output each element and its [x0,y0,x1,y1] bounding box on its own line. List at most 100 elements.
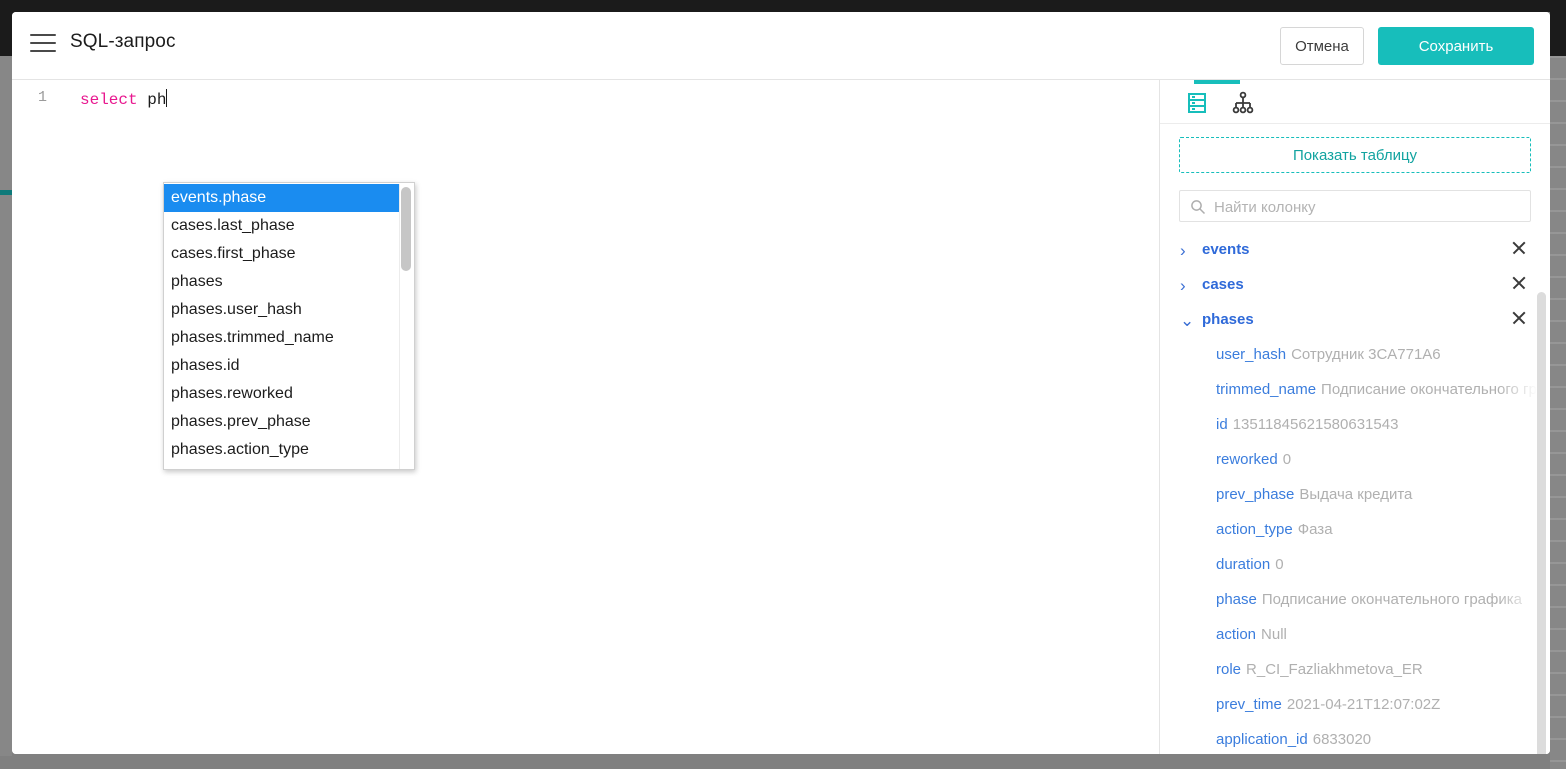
autocomplete-item[interactable]: phases.trimmed_name [164,324,402,352]
schema-column-row[interactable]: duration 0 [1160,550,1550,585]
tab-table-view[interactable] [1176,80,1240,123]
schema-column-sample-value: 0 [1275,556,1284,573]
schema-column-row[interactable]: application_id 6833020 [1160,725,1550,754]
remove-table-icon[interactable] [1510,309,1528,327]
schema-column-row[interactable]: role R_CI_Fazliakhmetova_ER [1160,655,1550,690]
schema-column-content: phase Подписание окончательного графика [1216,591,1522,609]
schema-column-name: action [1216,626,1257,643]
schema-side-panel: Показать таблицу › events › cases ⌄ phases use… [1160,80,1550,754]
hamburger-menu-icon[interactable] [30,34,58,58]
schema-table-row[interactable]: › cases [1160,270,1550,305]
side-panel-scrollbar-thumb[interactable] [1537,292,1546,754]
schema-column-name: trimmed_name [1216,381,1317,398]
window-right-chrome [1550,0,1566,56]
schema-column-name: reworked [1216,451,1278,468]
schema-column-row[interactable]: action_type Фаза [1160,515,1550,550]
chevron-down-icon[interactable]: ⌄ [1180,311,1194,331]
hierarchy-tree-icon [1232,91,1254,114]
text-caret [166,89,168,107]
schema-table-row[interactable]: › events [1160,235,1550,270]
schema-column-name: id [1216,416,1228,433]
schema-column-content: id 13511845621580631543 [1216,416,1398,434]
schema-column-row[interactable]: prev_phase Выдача кредита [1160,480,1550,515]
cancel-button[interactable]: Отмена [1280,27,1364,65]
schema-table-name: cases [1202,276,1244,293]
left-rail-accent-marker [0,190,12,195]
editor-gutter: 1 [12,80,70,754]
column-search-field[interactable] [1179,190,1531,223]
schema-column-name: user_hash [1216,346,1287,363]
autocomplete-item[interactable]: phases.prev_phase [164,408,402,436]
autocomplete-popup[interactable]: events.phase cases.last_phase cases.first_… [163,182,415,470]
autocomplete-item[interactable]: phases.reworked [164,380,402,408]
app-root: SQL-запрос Отмена Сохранить 1 select ph … [0,0,1566,769]
page-title: SQL-запрос [70,31,176,52]
schema-column-sample-value: Фаза [1297,521,1333,538]
schema-column-content: action Null [1216,626,1287,644]
schema-column-sample-value: 2021-04-21T12:07:02Z [1286,696,1441,713]
sql-identifier: ph [137,91,167,109]
schema-column-content: prev_time 2021-04-21T12:07:02Z [1216,696,1440,714]
schema-column-row[interactable]: trimmed_nameПодписание окончательного гр… [1160,375,1550,410]
chevron-right-icon[interactable]: › [1180,241,1194,261]
schema-column-content: prev_phase Выдача кредита [1216,486,1412,504]
table-storage-icon [1188,93,1206,113]
schema-column-sample-value: R_CI_Fazliakhmetova_ER [1246,661,1423,678]
autocomplete-scrollbar-track[interactable] [399,184,413,469]
page-scrollbar-track[interactable] [1550,56,1566,769]
schema-column-name: prev_phase [1216,486,1295,503]
autocomplete-item[interactable]: cases.last_phase [164,212,402,240]
autocomplete-item[interactable]: phases.action_type [164,436,402,464]
show-table-button[interactable]: Показать таблицу [1179,137,1531,173]
search-icon [1191,200,1206,215]
schema-column-name: role [1216,661,1242,678]
schema-column-content: duration 0 [1216,556,1284,574]
schema-column-content: role R_CI_Fazliakhmetova_ER [1216,661,1423,679]
autocomplete-item[interactable]: events.phase [164,184,402,212]
side-panel-tabs [1160,80,1550,124]
schema-tree[interactable]: › events › cases ⌄ phases user_hash Сотрудник 3… [1160,235,1550,754]
tab-schema-graph[interactable] [1222,80,1274,123]
schema-column-row[interactable]: action Null [1160,620,1550,655]
schema-column-row[interactable]: phase Подписание окончательного графика [1160,585,1550,620]
sql-code-editor[interactable]: 1 select ph events.phase cases.last_phase… [12,80,1160,754]
schema-column-name: phase [1216,591,1257,608]
sql-keyword: select [80,91,138,109]
schema-table-row[interactable]: ⌄ phases [1160,305,1550,340]
sql-editor-card: SQL-запрос Отмена Сохранить 1 select ph … [12,12,1550,754]
schema-column-name: prev_time [1216,696,1282,713]
remove-table-icon[interactable] [1510,239,1528,257]
autocomplete-scrollbar-thumb[interactable] [401,187,411,271]
code-line-1: select ph [80,89,168,109]
search-input[interactable] [1212,191,1526,223]
autocomplete-item[interactable]: cases.first_phase [164,240,402,268]
save-button[interactable]: Сохранить [1378,27,1534,65]
schema-column-row[interactable]: prev_time 2021-04-21T12:07:02Z [1160,690,1550,725]
schema-column-row[interactable]: user_hash Сотрудник 3CA771A6 [1160,340,1550,375]
window-top-chrome [0,0,1566,12]
schema-column-content: reworked 0 [1216,451,1291,469]
schema-column-name: application_id [1216,731,1308,748]
left-gutter-rail [0,56,12,756]
schema-column-sample-value: 0 [1282,451,1292,468]
header-bar: SQL-запрос Отмена Сохранить [12,12,1550,80]
schema-column-row[interactable]: reworked 0 [1160,445,1550,480]
schema-table-name: phases [1202,311,1254,328]
schema-column-row[interactable]: id 13511845621580631543 [1160,410,1550,445]
remove-table-icon[interactable] [1510,274,1528,292]
schema-column-sample-value: Подписание окончательного графика [1261,591,1522,608]
line-number: 1 [38,89,48,106]
schema-column-content: action_type Фаза [1216,521,1333,539]
schema-column-sample-value: 13511845621580631543 [1232,416,1399,433]
autocomplete-item[interactable]: phases.id [164,352,402,380]
autocomplete-item[interactable]: phases [164,268,402,296]
schema-column-content: trimmed_nameПодписание окончательного гр… [1216,381,1550,399]
schema-column-sample-value: 6833020 [1312,731,1372,748]
schema-table-name: events [1202,241,1250,258]
schema-column-name: duration [1216,556,1271,573]
autocomplete-list[interactable]: events.phase cases.last_phase cases.first_… [164,184,402,464]
autocomplete-item[interactable]: phases.user_hash [164,296,402,324]
chevron-right-icon[interactable]: › [1180,276,1194,296]
schema-column-sample-value: Выдача кредита [1299,486,1413,503]
schema-column-content: application_id 6833020 [1216,731,1371,749]
